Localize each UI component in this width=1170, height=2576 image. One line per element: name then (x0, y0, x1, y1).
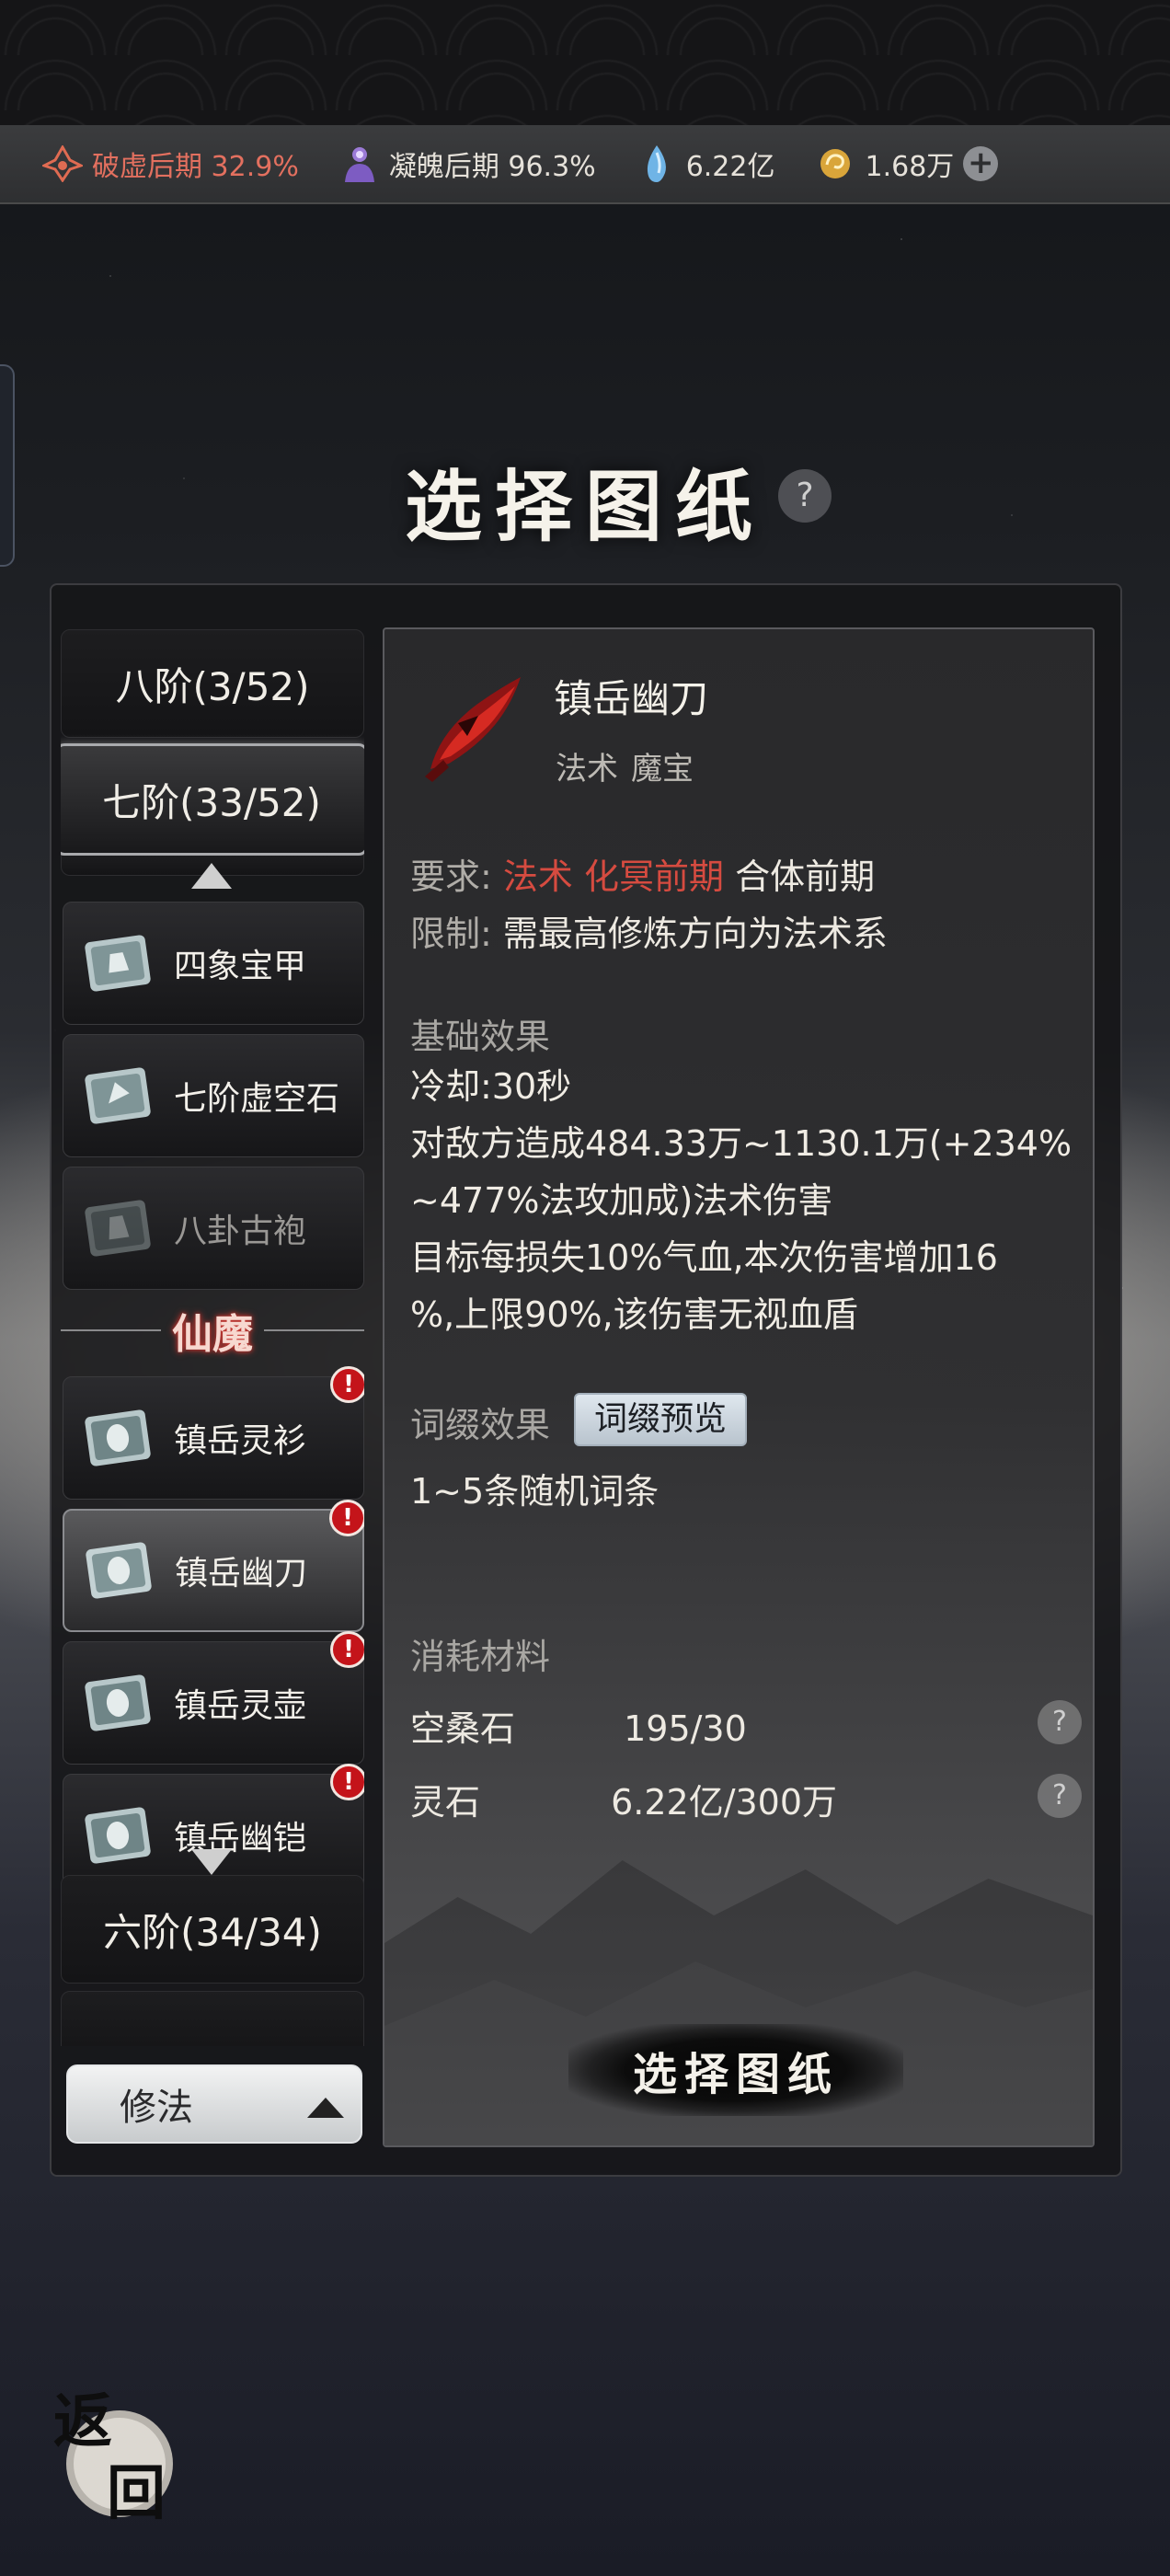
school-dropdown[interactable]: 修法 (66, 2064, 362, 2144)
tier-next-header[interactable] (61, 1991, 364, 2046)
requirement-school: 法术 (502, 857, 573, 897)
select-blueprint-button[interactable]: 选择图纸 (568, 2024, 903, 2116)
currency-amount: 1.68万 (865, 151, 955, 183)
list-item-label: 镇岳幽刀 (175, 1555, 308, 1593)
add-currency-button[interactable]: + (963, 146, 999, 181)
tier-8-label: 八阶(3/52) (115, 663, 310, 709)
back-char-1: 返 (53, 2388, 112, 2456)
material-row: 灵石 6.22亿/300万 (410, 1774, 837, 1824)
realm-stat-2-text: 凝魄后期 96.3% (388, 151, 596, 183)
list-item[interactable]: 四象宝甲 (63, 902, 364, 1025)
alert-badge-icon: ! (330, 1631, 364, 1668)
effect-line-1: 对敌方造成484.33万~1130.1万(+234% (410, 1123, 1072, 1164)
school-dropdown-label: 修法 (120, 2087, 193, 2129)
resource-status-bar: 破虚后期 32.9% 凝魄后期 96.3% 6.22亿 1.68万 + (0, 125, 1170, 204)
tier-6-header[interactable]: 六阶(34/34) (61, 1875, 364, 1984)
limit-text: 需最高修炼方向为法术系 (502, 914, 888, 954)
blueprint-scroll-icon (85, 1674, 151, 1731)
requirement-realm: 化冥前期 (584, 857, 725, 897)
requirement-realm-2: 合体前期 (735, 857, 876, 897)
list-item-label: 八卦古袍 (174, 1213, 307, 1250)
section-divider: 仙魔 (61, 1305, 364, 1358)
material-name: 空桑石 (410, 1708, 516, 1749)
cost-materials-title: 消耗材料 (410, 1637, 551, 1677)
alert-badge-icon: ! (330, 1366, 364, 1403)
blueprint-scroll-icon (85, 1807, 151, 1864)
material-row: 空桑石 195/30 (410, 1700, 747, 1751)
item-name: 镇岳幽刀 (554, 676, 709, 721)
spirit-stone-stat: 6.22亿 (637, 144, 775, 184)
blueprint-scroll-icon (85, 1409, 151, 1466)
saber-weapon-icon (425, 677, 521, 782)
currency-stat: 1.68万 + (815, 144, 999, 184)
blueprint-scroll-icon (85, 935, 151, 992)
list-item[interactable]: 镇岳幽刀 ! (63, 1500, 364, 1632)
item-tag-type: 魔宝 (631, 751, 694, 788)
item-tags: 法术 魔宝 (556, 743, 706, 788)
list-item[interactable]: 镇岳灵衫 ! (63, 1366, 364, 1500)
realm-flame-icon (42, 144, 83, 184)
tier-6-label: 六阶(34/34) (103, 1909, 322, 1955)
list-item[interactable]: 七阶虚空石 (63, 1034, 364, 1157)
scroll-down-arrow-icon[interactable] (191, 1849, 232, 1875)
limit-label: 限制: (410, 914, 492, 954)
list-item[interactable]: 八卦古袍 (63, 1167, 364, 1290)
realm-stat-1-text: 破虚后期 32.9% (92, 151, 299, 183)
affix-preview-button[interactable]: 词缀预览 (574, 1393, 747, 1446)
blueprint-scroll-icon (85, 1200, 151, 1257)
coin-swirl-icon (815, 144, 855, 184)
blueprint-scroll-icon (86, 1542, 152, 1599)
list-item-label: 镇岳灵壶 (174, 1687, 307, 1725)
cooldown-text: 冷却:30秒 (410, 1066, 572, 1107)
material-name: 灵石 (410, 1782, 481, 1823)
soul-figure-icon (339, 144, 380, 184)
alert-badge-icon: ! (329, 1500, 364, 1536)
list-item-label: 四象宝甲 (174, 948, 307, 985)
affix-effect-text: 1~5条随机词条 (410, 1471, 660, 1512)
blueprint-list[interactable]: 八阶(3/52) 七阶(33/52) 四象宝甲 七阶虚空石 八卦古袍 仙魔 镇岳… (61, 629, 364, 2046)
effect-line-3: 目标每损失10%气血,本次伤害增加16 (410, 1237, 998, 1278)
scroll-up-arrow-icon[interactable] (191, 863, 232, 889)
effect-line-2: ~477%法攻加成)法术伤害 (410, 1180, 833, 1221)
spirit-crystal-icon (637, 144, 677, 184)
alert-badge-icon: ! (330, 1764, 364, 1800)
tier-8-header[interactable]: 八阶(3/52) (61, 629, 364, 738)
realm-stat-2: 凝魄后期 96.3% (339, 144, 596, 184)
blueprint-scroll-icon (85, 1067, 151, 1124)
list-item-label: 七阶虚空石 (174, 1080, 340, 1118)
material-amount: 6.22亿/300万 (611, 1782, 838, 1823)
base-effect-text: 冷却:30秒 对敌方造成484.33万~1130.1万(+234% ~477%法… (410, 1058, 1072, 1343)
tier-7-header[interactable]: 七阶(33/52) (61, 743, 364, 856)
top-decorative-band (0, 0, 1170, 125)
material-help-icon[interactable]: ? (1038, 1700, 1082, 1744)
spirit-stone-amount: 6.22亿 (685, 151, 775, 183)
page-title: 选择图纸 (404, 461, 765, 552)
realm-stat-1: 破虚后期 32.9% (42, 144, 299, 184)
tier-7-label: 七阶(33/52) (102, 779, 321, 825)
back-button[interactable]: 返 回 (46, 2388, 180, 2523)
requirement-label: 要求: (410, 857, 492, 897)
list-item[interactable]: 镇岳灵壶 ! (63, 1631, 364, 1765)
requirement-row: 要求: 法术 化冥前期 合体前期 (410, 848, 875, 899)
back-char-2: 回 (107, 2459, 166, 2523)
base-effect-title: 基础效果 (410, 1017, 551, 1057)
material-amount: 195/30 (624, 1708, 747, 1749)
effect-line-4: %,上限90%,该伤害无视血盾 (410, 1294, 858, 1335)
item-tag-school: 法术 (556, 751, 618, 788)
triangle-up-icon (307, 2098, 344, 2118)
list-item-label: 镇岳灵衫 (174, 1422, 307, 1460)
help-button[interactable]: ? (778, 469, 832, 523)
material-help-icon[interactable]: ? (1038, 1774, 1082, 1818)
limit-row: 限制: 需最高修炼方向为法术系 (410, 905, 888, 956)
section-divider-label: 仙魔 (172, 1311, 253, 1358)
affix-effect-title: 词缀效果 (410, 1405, 551, 1445)
